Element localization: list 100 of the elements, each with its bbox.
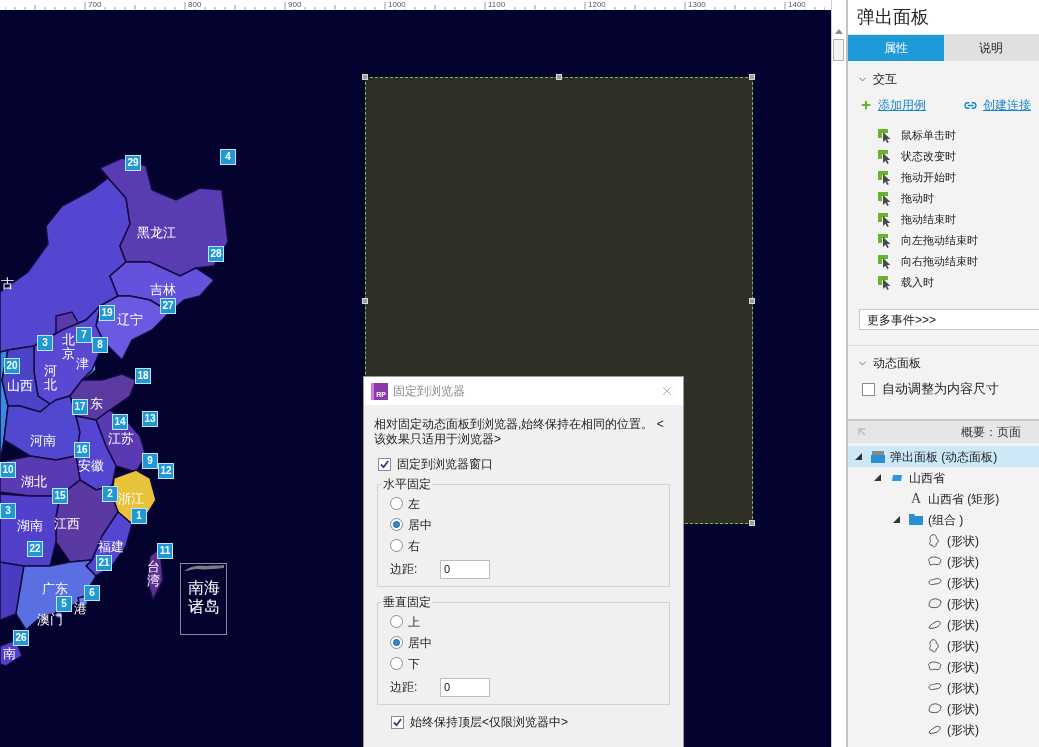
margin-input[interactable]: 0 [440, 677, 490, 697]
radio-button[interactable] [390, 497, 403, 510]
event-cursor-icon [878, 170, 892, 185]
province-label: 津 [76, 356, 89, 371]
resize-handle[interactable] [362, 298, 368, 304]
tree-item[interactable]: (形状) [848, 572, 1039, 593]
tree-item[interactable]: A 山西省 (矩形) [848, 488, 1039, 509]
checkbox[interactable] [378, 457, 391, 471]
number-marker: 3 [37, 335, 53, 351]
province-label: 河南 [30, 433, 56, 448]
tree-item[interactable]: (形状) [848, 551, 1039, 572]
province-label: 湖南 [17, 518, 43, 533]
resize-handle[interactable] [749, 74, 755, 80]
number-marker: 27 [160, 298, 176, 314]
vertical-scrollbar[interactable] [831, 0, 846, 747]
event-cursor-icon [878, 212, 892, 227]
number-marker: 18 [135, 368, 151, 384]
event-item[interactable]: 拖动结束时 [878, 209, 1039, 230]
radio-button[interactable] [390, 539, 403, 552]
margin-label: 边距: [390, 561, 419, 578]
create-link-link[interactable]: 创建连接 [983, 96, 1031, 114]
resize-handle[interactable] [749, 520, 755, 526]
ruler-label: 1400 [787, 0, 807, 9]
more-events-dropdown[interactable]: 更多事件>>> [859, 309, 1039, 330]
radio-button[interactable] [390, 615, 403, 628]
event-item[interactable]: 状态改变时 [878, 146, 1039, 167]
add-case-link[interactable]: 添加用例 [878, 96, 926, 114]
tree-item[interactable]: 山西省 [848, 467, 1039, 488]
province-label: 湖北 [21, 474, 47, 489]
arrow-icon[interactable] [858, 428, 866, 436]
tree-item[interactable]: (形状) [848, 656, 1039, 677]
event-item[interactable]: 拖动开始时 [878, 167, 1039, 188]
event-item[interactable]: 向左拖动结束时 [878, 230, 1039, 251]
resize-handle[interactable] [556, 74, 562, 80]
number-marker: 17 [72, 399, 88, 415]
tree-item[interactable]: (形状) [848, 677, 1039, 698]
province-label: 台湾 [147, 560, 160, 589]
number-marker: 9 [142, 453, 158, 469]
section-header[interactable]: 交互 [857, 71, 1039, 87]
resize-handle[interactable] [362, 74, 368, 80]
plus-icon[interactable] [860, 99, 872, 111]
radio-label: 居中 [408, 516, 432, 534]
province-label: 辽宁 [117, 312, 143, 327]
radio-button[interactable] [390, 636, 403, 649]
radio-label: 上 [408, 613, 420, 631]
number-marker: 19 [99, 305, 115, 321]
margin-label: 边距: [390, 679, 419, 696]
event-item[interactable]: 鼠标单击时 [878, 125, 1039, 146]
province-label: 吉林 [150, 282, 176, 297]
checkbox[interactable] [862, 382, 875, 396]
province-label: 东 [90, 396, 103, 411]
number-marker: 5 [56, 596, 72, 612]
province-label: 澳门 [37, 612, 63, 627]
scroll-up-icon[interactable] [835, 29, 843, 34]
ruler-label: 700 [87, 0, 103, 9]
scroll-thumb[interactable] [833, 39, 844, 61]
margin-input[interactable]: 0 [440, 559, 490, 579]
ruler-label: 900 [287, 0, 303, 9]
event-cursor-icon [878, 191, 892, 206]
checkbox-label: 自动调整为内容尺寸 [882, 380, 999, 399]
expanded-triangle-icon[interactable] [893, 516, 900, 523]
tree-item[interactable]: (形状) [848, 614, 1039, 635]
number-marker: 21 [96, 555, 112, 571]
expanded-triangle-icon[interactable] [874, 474, 881, 481]
number-marker: 26 [13, 630, 29, 646]
number-marker: 15 [52, 488, 68, 504]
close-icon [660, 384, 674, 398]
radio-button[interactable] [390, 657, 403, 670]
text-type-icon: A [910, 491, 922, 506]
checkbox[interactable] [391, 715, 404, 729]
tree-item[interactable]: (形状) [848, 719, 1039, 740]
resize-handle[interactable] [749, 298, 755, 304]
province-label: 南 [3, 646, 16, 661]
radio-label: 居中 [408, 634, 432, 652]
event-item[interactable]: 拖动时 [878, 188, 1039, 209]
province-label: 北京 [62, 333, 75, 362]
province-label: 安徽 [78, 458, 104, 473]
panel-tab[interactable]: 说明 [943, 35, 1039, 61]
tree-item[interactable]: (组合 ) [848, 509, 1039, 530]
radio-button[interactable] [390, 518, 403, 531]
group-legend: 水平固定 [382, 477, 432, 491]
number-marker: 22 [27, 541, 43, 557]
number-marker: 4 [220, 149, 236, 165]
dialog-description: 相对固定动态面板到浏览器,始终保持在相同的位置。 <该效果只适用于浏览器> [374, 417, 665, 447]
number-marker: 2 [102, 486, 118, 502]
tree-item[interactable]: (形状) [848, 530, 1039, 551]
ruler-label: 1000 [387, 0, 407, 9]
tree-item[interactable]: (形状) [848, 698, 1039, 719]
outline-title: 概要：页面 [961, 424, 1021, 441]
expanded-triangle-icon[interactable] [855, 453, 862, 460]
tree-item[interactable]: 弹出面板 (动态面板) [848, 446, 1039, 467]
tree-item[interactable]: (形状) [848, 635, 1039, 656]
number-marker: 14 [112, 414, 128, 430]
section-header[interactable]: 动态面板 [857, 355, 1039, 371]
number-marker: 7 [76, 327, 92, 343]
tree-item[interactable]: (形状) [848, 593, 1039, 614]
event-item[interactable]: 向右拖动结束时 [878, 251, 1039, 272]
number-marker: 6 [84, 585, 100, 601]
shape-outline-icon [928, 638, 942, 653]
event-item[interactable]: 载入时 [878, 272, 1039, 293]
